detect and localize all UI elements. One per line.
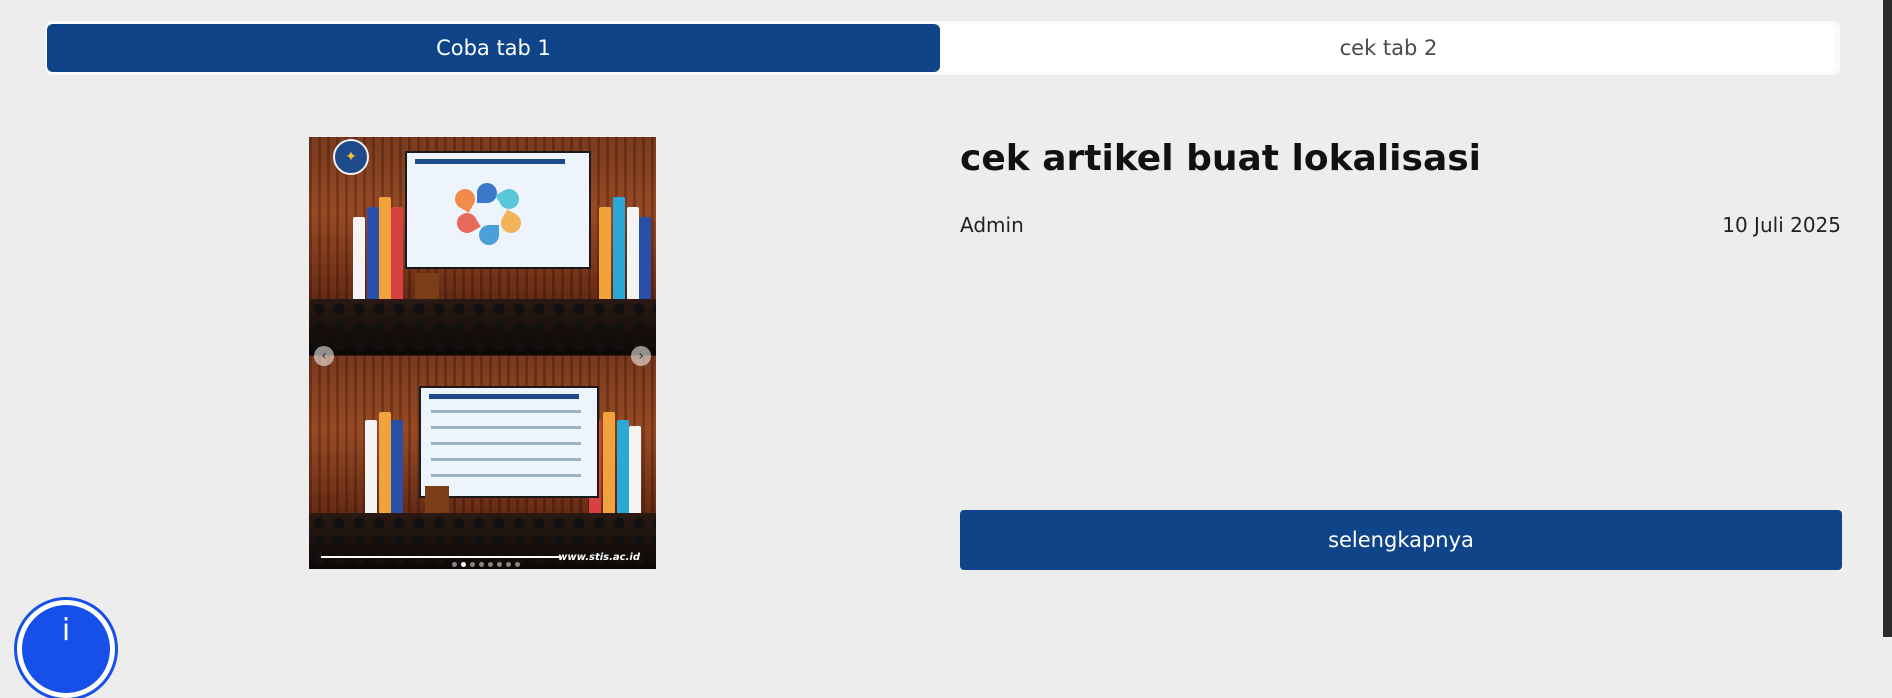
article-title[interactable]: cek artikel buat lokalisasi	[960, 138, 1481, 179]
school-emblem-icon: ✦	[333, 139, 369, 175]
carousel-dot[interactable]	[506, 562, 511, 567]
tab-bar: Coba tab 1 cek tab 2	[45, 21, 1840, 75]
carousel-dot[interactable]	[452, 562, 457, 567]
article-image-carousel[interactable]: ✦ www.stis.ac.id ‹ ›	[309, 137, 656, 569]
article-date: 10 Juli 2025	[1722, 213, 1841, 237]
carousel-dot[interactable]	[497, 562, 502, 567]
info-icon[interactable]: i	[17, 600, 115, 698]
read-more-button[interactable]: selengkapnya	[960, 510, 1842, 570]
carousel-photo-bottom: www.stis.ac.id	[309, 356, 656, 569]
carousel-dot[interactable]	[488, 562, 493, 567]
chevron-right-icon[interactable]: ›	[631, 346, 651, 366]
tab-cek-tab-2[interactable]: cek tab 2	[942, 24, 1835, 72]
article-author: Admin	[960, 213, 1024, 237]
carousel-photo-top: ✦	[309, 137, 656, 355]
carousel-dot[interactable]	[461, 562, 466, 567]
image-watermark: www.stis.ac.id	[558, 552, 640, 563]
carousel-dot[interactable]	[515, 562, 520, 567]
tab-coba-tab-1[interactable]: Coba tab 1	[47, 24, 940, 72]
carousel-dot[interactable]	[470, 562, 475, 567]
chevron-left-icon[interactable]: ‹	[314, 346, 334, 366]
carousel-dots	[452, 562, 520, 567]
carousel-dot[interactable]	[479, 562, 484, 567]
scrollbar[interactable]	[1883, 0, 1892, 637]
